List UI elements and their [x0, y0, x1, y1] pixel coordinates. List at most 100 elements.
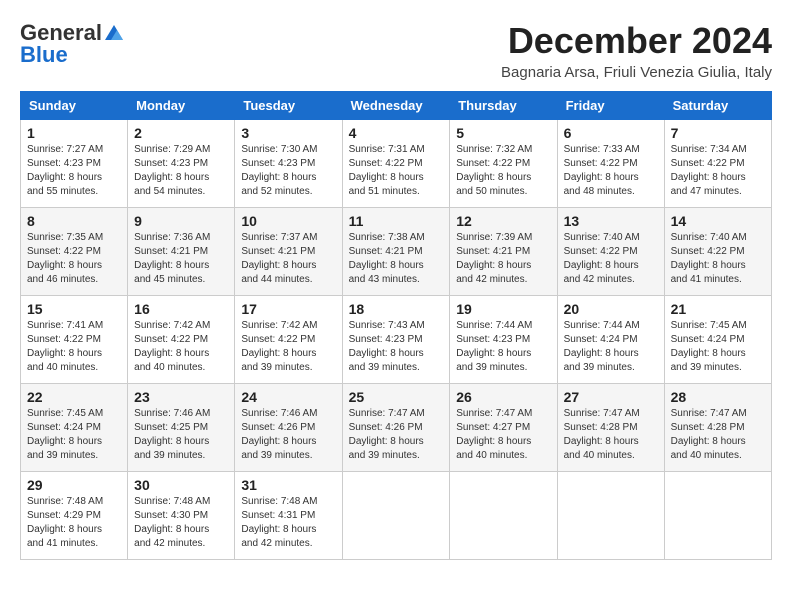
calendar-cell: 18 Sunrise: 7:43 AM Sunset: 4:23 PM Dayli…	[342, 296, 450, 384]
day-info: Sunrise: 7:32 AM Sunset: 4:22 PM Dayligh…	[456, 143, 550, 199]
day-number: 21	[671, 301, 765, 317]
calendar-cell: 19 Sunrise: 7:44 AM Sunset: 4:23 PM Dayli…	[450, 296, 557, 384]
day-info: Sunrise: 7:45 AM Sunset: 4:24 PM Dayligh…	[671, 319, 765, 375]
day-number: 30	[134, 477, 228, 493]
col-header-tuesday: Tuesday	[235, 92, 342, 120]
calendar-cell: 5 Sunrise: 7:32 AM Sunset: 4:22 PM Daylig…	[450, 120, 557, 208]
calendar-cell: 6Sunrise: 7:33 AM Sunset: 4:22 PM Daylig…	[557, 120, 664, 208]
day-info: Sunrise: 7:44 AM Sunset: 4:23 PM Dayligh…	[456, 319, 550, 375]
calendar-cell: 14 Sunrise: 7:40 AM Sunset: 4:22 PM Dayli…	[664, 208, 771, 296]
day-info: Sunrise: 7:27 AM Sunset: 4:23 PM Dayligh…	[27, 143, 121, 199]
day-info: Sunrise: 7:46 AM Sunset: 4:26 PM Dayligh…	[241, 407, 335, 463]
day-number: 26	[456, 389, 550, 405]
day-info: Sunrise: 7:47 AM Sunset: 4:27 PM Dayligh…	[456, 407, 550, 463]
calendar-cell: 15 Sunrise: 7:41 AM Sunset: 4:22 PM Dayli…	[21, 296, 128, 384]
col-header-monday: Monday	[128, 92, 235, 120]
calendar-cell	[557, 472, 664, 560]
day-info: Sunrise: 7:40 AM Sunset: 4:22 PM Dayligh…	[671, 231, 765, 287]
calendar-cell: 7Sunrise: 7:34 AM Sunset: 4:22 PM Daylig…	[664, 120, 771, 208]
day-number: 24	[241, 389, 335, 405]
calendar-cell: 31Sunrise: 7:48 AM Sunset: 4:31 PM Dayli…	[235, 472, 342, 560]
day-number: 29	[27, 477, 121, 493]
day-info: Sunrise: 7:48 AM Sunset: 4:31 PM Dayligh…	[241, 495, 335, 551]
week-row: 29 Sunrise: 7:48 AM Sunset: 4:29 PM Dayli…	[21, 472, 772, 560]
calendar-cell: 20Sunrise: 7:44 AM Sunset: 4:24 PM Dayli…	[557, 296, 664, 384]
calendar-cell: 24 Sunrise: 7:46 AM Sunset: 4:26 PM Dayli…	[235, 384, 342, 472]
calendar-cell: 17 Sunrise: 7:42 AM Sunset: 4:22 PM Dayli…	[235, 296, 342, 384]
day-info: Sunrise: 7:47 AM Sunset: 4:26 PM Dayligh…	[349, 407, 444, 463]
day-number: 22	[27, 389, 121, 405]
calendar-cell	[342, 472, 450, 560]
day-number: 3	[241, 125, 335, 141]
calendar-cell: 8 Sunrise: 7:35 AM Sunset: 4:22 PM Daylig…	[21, 208, 128, 296]
week-row: 22 Sunrise: 7:45 AM Sunset: 4:24 PM Dayli…	[21, 384, 772, 472]
day-number: 18	[349, 301, 444, 317]
day-number: 15	[27, 301, 121, 317]
day-info: Sunrise: 7:41 AM Sunset: 4:22 PM Dayligh…	[27, 319, 121, 375]
day-number: 6	[564, 125, 658, 141]
calendar-cell: 26 Sunrise: 7:47 AM Sunset: 4:27 PM Dayli…	[450, 384, 557, 472]
calendar-cell	[450, 472, 557, 560]
day-number: 25	[349, 389, 444, 405]
day-info: Sunrise: 7:31 AM Sunset: 4:22 PM Dayligh…	[349, 143, 444, 199]
calendar-cell: 21 Sunrise: 7:45 AM Sunset: 4:24 PM Dayli…	[664, 296, 771, 384]
day-info: Sunrise: 7:47 AM Sunset: 4:28 PM Dayligh…	[671, 407, 765, 463]
logo-blue: Blue	[20, 42, 68, 68]
day-number: 9	[134, 213, 228, 229]
week-row: 15 Sunrise: 7:41 AM Sunset: 4:22 PM Dayli…	[21, 296, 772, 384]
logo: General Blue	[20, 20, 125, 68]
day-info: Sunrise: 7:35 AM Sunset: 4:22 PM Dayligh…	[27, 231, 121, 287]
calendar-table: SundayMondayTuesdayWednesdayThursdayFrid…	[20, 91, 772, 560]
day-info: Sunrise: 7:36 AM Sunset: 4:21 PM Dayligh…	[134, 231, 228, 287]
day-info: Sunrise: 7:34 AM Sunset: 4:22 PM Dayligh…	[671, 143, 765, 199]
day-number: 13	[564, 213, 658, 229]
day-number: 20	[564, 301, 658, 317]
day-info: Sunrise: 7:37 AM Sunset: 4:21 PM Dayligh…	[241, 231, 335, 287]
calendar-cell: 13 Sunrise: 7:40 AM Sunset: 4:22 PM Dayli…	[557, 208, 664, 296]
calendar-cell: 25 Sunrise: 7:47 AM Sunset: 4:26 PM Dayli…	[342, 384, 450, 472]
week-row: 1Sunrise: 7:27 AM Sunset: 4:23 PM Daylig…	[21, 120, 772, 208]
day-info: Sunrise: 7:45 AM Sunset: 4:24 PM Dayligh…	[27, 407, 121, 463]
day-number: 12	[456, 213, 550, 229]
day-number: 14	[671, 213, 765, 229]
day-info: Sunrise: 7:42 AM Sunset: 4:22 PM Dayligh…	[241, 319, 335, 375]
day-info: Sunrise: 7:29 AM Sunset: 4:23 PM Dayligh…	[134, 143, 228, 199]
day-number: 2	[134, 125, 228, 141]
day-info: Sunrise: 7:38 AM Sunset: 4:21 PM Dayligh…	[349, 231, 444, 287]
col-header-thursday: Thursday	[450, 92, 557, 120]
calendar-cell: 22 Sunrise: 7:45 AM Sunset: 4:24 PM Dayli…	[21, 384, 128, 472]
week-row: 8 Sunrise: 7:35 AM Sunset: 4:22 PM Daylig…	[21, 208, 772, 296]
calendar-cell: 11Sunrise: 7:38 AM Sunset: 4:21 PM Dayli…	[342, 208, 450, 296]
day-info: Sunrise: 7:48 AM Sunset: 4:29 PM Dayligh…	[27, 495, 121, 551]
calendar-cell: 10Sunrise: 7:37 AM Sunset: 4:21 PM Dayli…	[235, 208, 342, 296]
calendar-cell: 29 Sunrise: 7:48 AM Sunset: 4:29 PM Dayli…	[21, 472, 128, 560]
col-header-saturday: Saturday	[664, 92, 771, 120]
day-number: 5	[456, 125, 550, 141]
day-number: 8	[27, 213, 121, 229]
day-info: Sunrise: 7:40 AM Sunset: 4:22 PM Dayligh…	[564, 231, 658, 287]
col-header-sunday: Sunday	[21, 92, 128, 120]
day-number: 16	[134, 301, 228, 317]
calendar-cell: 16Sunrise: 7:42 AM Sunset: 4:22 PM Dayli…	[128, 296, 235, 384]
location-title: Bagnaria Arsa, Friuli Venezia Giulia, It…	[501, 64, 772, 81]
day-number: 17	[241, 301, 335, 317]
calendar-cell: 23Sunrise: 7:46 AM Sunset: 4:25 PM Dayli…	[128, 384, 235, 472]
calendar-cell: 9 Sunrise: 7:36 AM Sunset: 4:21 PM Daylig…	[128, 208, 235, 296]
header: General Blue December 2024 Bagnaria Arsa…	[20, 20, 772, 81]
calendar-cell: 1Sunrise: 7:27 AM Sunset: 4:23 PM Daylig…	[21, 120, 128, 208]
day-info: Sunrise: 7:39 AM Sunset: 4:21 PM Dayligh…	[456, 231, 550, 287]
calendar-cell: 28Sunrise: 7:47 AM Sunset: 4:28 PM Dayli…	[664, 384, 771, 472]
col-header-wednesday: Wednesday	[342, 92, 450, 120]
col-header-friday: Friday	[557, 92, 664, 120]
day-info: Sunrise: 7:43 AM Sunset: 4:23 PM Dayligh…	[349, 319, 444, 375]
calendar-cell: 4Sunrise: 7:31 AM Sunset: 4:22 PM Daylig…	[342, 120, 450, 208]
calendar-cell: 2 Sunrise: 7:29 AM Sunset: 4:23 PM Daylig…	[128, 120, 235, 208]
calendar-cell: 30Sunrise: 7:48 AM Sunset: 4:30 PM Dayli…	[128, 472, 235, 560]
calendar-cell: 12 Sunrise: 7:39 AM Sunset: 4:21 PM Dayli…	[450, 208, 557, 296]
logo-icon	[103, 22, 125, 44]
calendar-cell	[664, 472, 771, 560]
calendar-cell: 3Sunrise: 7:30 AM Sunset: 4:23 PM Daylig…	[235, 120, 342, 208]
day-number: 23	[134, 389, 228, 405]
day-number: 19	[456, 301, 550, 317]
month-title: December 2024	[501, 20, 772, 62]
